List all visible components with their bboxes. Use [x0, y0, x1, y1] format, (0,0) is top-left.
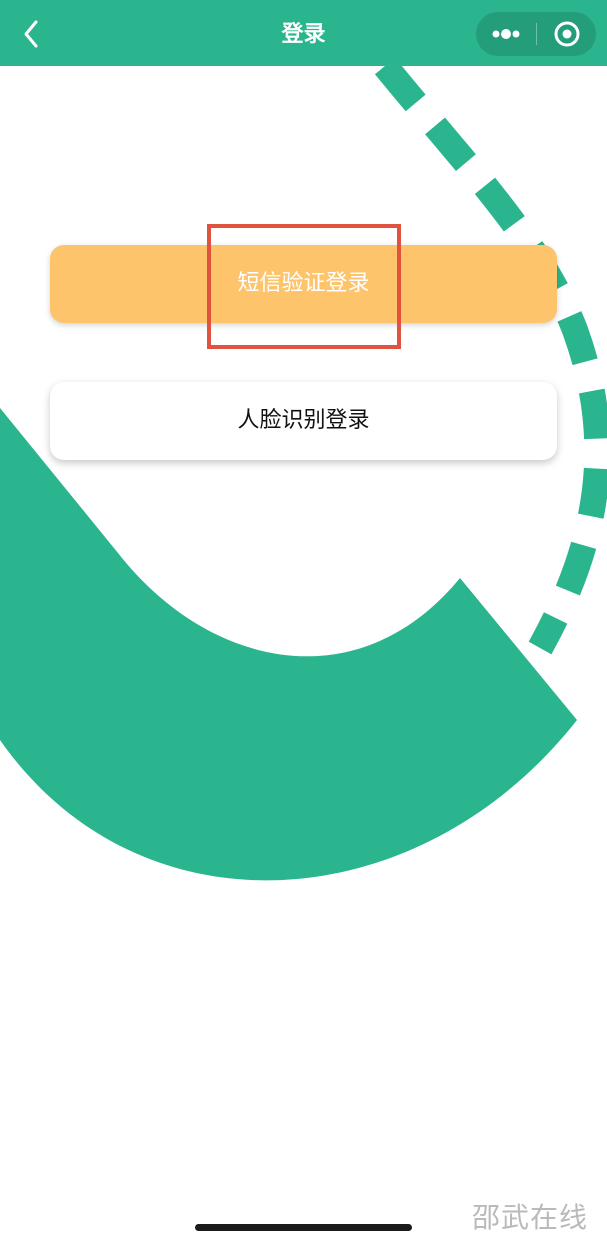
watermark-text: 邵武在线	[472, 1201, 589, 1234]
target-circle-icon	[554, 21, 580, 47]
sms-login-button[interactable]: 短信验证登录	[50, 245, 557, 323]
face-login-button[interactable]: 人脸识别登录	[50, 382, 557, 460]
close-mini-program-button[interactable]	[537, 12, 596, 56]
nav-bar: 登录	[0, 0, 607, 66]
home-indicator	[195, 1224, 412, 1231]
mini-program-capsule	[476, 12, 596, 56]
more-dots-icon	[492, 29, 520, 39]
more-button[interactable]	[476, 12, 536, 56]
background-decoration	[0, 57, 607, 881]
login-page: 登录 短信验证登录 人脸识别登录 邵武在线	[0, 0, 607, 1243]
dashed-arc-shape	[374, 57, 607, 655]
green-arc-shape	[0, 408, 577, 881]
